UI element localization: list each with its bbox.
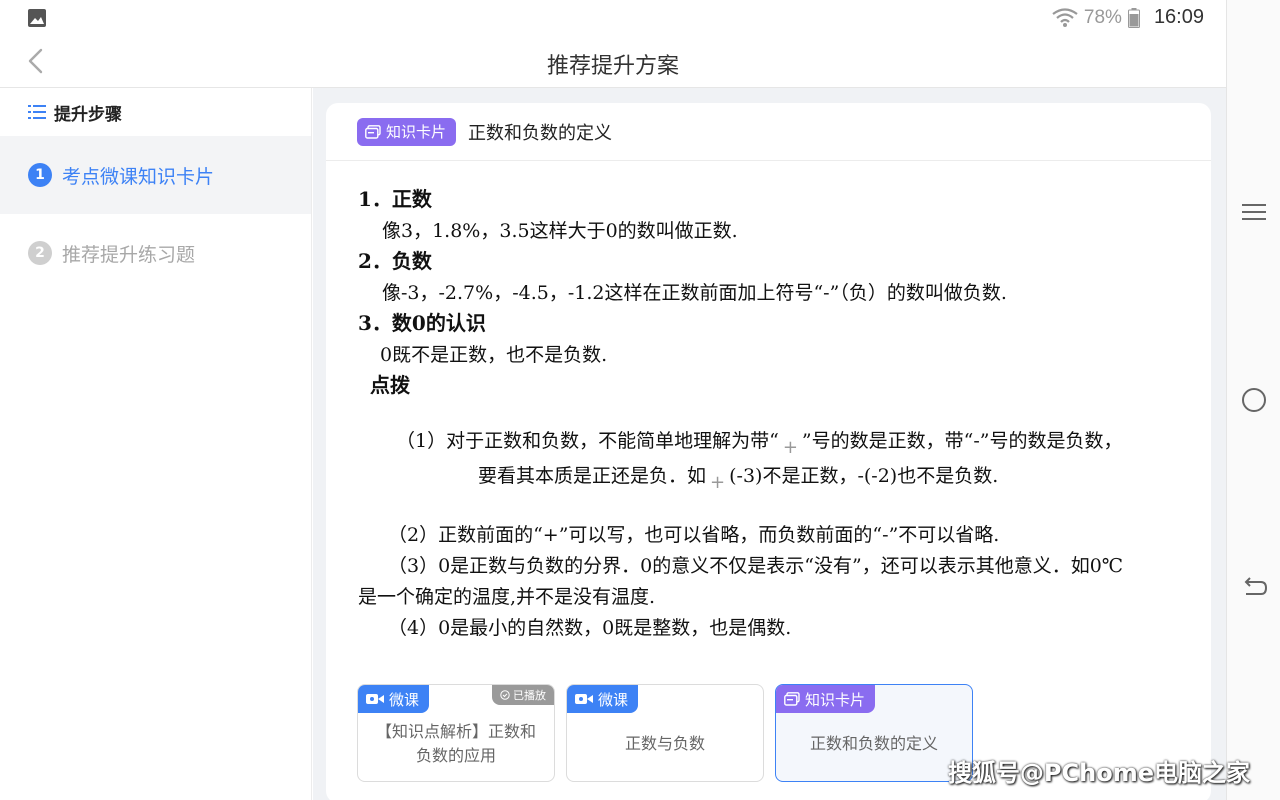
related-card-title: 正数与负数 [624, 734, 705, 753]
content-line: （3）0是正数与负数的分界．0的意义不仅是表示“没有”，还可以表示其他意义．如0… [388, 555, 1124, 577]
video-camera-icon [366, 694, 384, 704]
card-title: 正数和负数的定义 [468, 122, 613, 144]
step-item-2[interactable]: 2 推荐提升练习题 [0, 214, 311, 292]
plus-glyph: + [782, 437, 798, 458]
card-header: 知识卡片 正数和负数的定义 [326, 103, 1211, 161]
related-card-title: 正数和负数的定义 [809, 734, 938, 753]
content-line: （4）0是最小的自然数，0既是整数，也是偶数. [388, 617, 792, 639]
section-heading: 2．负数 [358, 249, 432, 273]
played-label: 已播放 [513, 689, 546, 702]
cards-icon [365, 124, 381, 139]
related-card-title: 【知识点解析】正数和负数的应用 [375, 722, 536, 765]
back-icon[interactable] [1240, 574, 1268, 602]
sidebar-heading: 提升步骤 [0, 88, 311, 136]
tag-label: 微课 [389, 690, 420, 709]
step-number: 2 [28, 241, 52, 265]
section-heading: 3．数0的认识 [358, 311, 486, 335]
cards-icon [784, 692, 800, 706]
menu-icon[interactable] [1240, 198, 1268, 226]
step-number: 1 [28, 163, 52, 187]
related-card-3[interactable]: 知识卡片 正数和负数的定义 [775, 684, 973, 782]
list-icon [28, 105, 46, 119]
title-bar: 推荐提升方案 [0, 36, 1226, 88]
battery-percent: 78% [1083, 6, 1122, 28]
micro-lesson-tag: 微课 [567, 685, 639, 713]
watermark: 搜狐号@PChome电脑之家 [947, 759, 1250, 787]
section-heading: 1．正数 [358, 187, 432, 211]
page-title: 推荐提升方案 [546, 54, 679, 79]
played-badge: 已播放 [492, 685, 554, 705]
battery-icon [1127, 7, 1140, 28]
content-line: 0既不是正数，也不是负数. [380, 344, 608, 366]
system-nav-bar [1226, 0, 1280, 800]
home-circle-icon[interactable] [1240, 386, 1268, 414]
wifi-icon [1052, 7, 1078, 27]
content-line: （1）对于正数和负数，不能简单地理解为带“ + ”号的数是正数，带“-”号的数是负数… [396, 430, 1123, 458]
video-camera-icon [575, 694, 593, 704]
content-line: （2）正数前面的“+”可以写，也可以省略，而负数前面的“-”不可以省略. [388, 524, 1000, 546]
step-item-1[interactable]: 1 考点微课知识卡片 [0, 136, 311, 214]
step-label: 推荐提升练习题 [62, 243, 196, 266]
sidebar-heading-label: 提升步骤 [54, 104, 122, 125]
content-line: 像-3，-2.7%，-4.5，-1.2这样在正数前面加上符号“-”（负）的数叫做… [382, 282, 1007, 304]
status-bar: 78% 16:09 [0, 0, 1226, 36]
clock: 16:09 [1153, 6, 1204, 28]
knowledge-card-tag: 知识卡片 [357, 117, 457, 146]
check-circle-icon [500, 690, 510, 700]
sidebar: 提升步骤 1 考点微课知识卡片 2 推荐提升练习题 [0, 88, 312, 800]
tag-label: 知识卡片 [805, 690, 866, 709]
tip-heading: 点拨 [370, 373, 410, 397]
knowledge-card-tag: 知识卡片 [776, 685, 876, 713]
step-label: 考点微课知识卡片 [62, 165, 215, 188]
content-line: 要看其本质是正还是负．如 + (-3)不是正数，-(-2)也不是负数. [478, 465, 999, 493]
related-card-2[interactable]: 微课 正数与负数 [566, 684, 764, 782]
main-panel: 知识卡片 正数和负数的定义 1．正数 像3，1.8%，3.5这样大于0的数叫做正… [313, 88, 1226, 800]
micro-lesson-tag: 微课 [358, 685, 430, 713]
gallery-icon [28, 9, 46, 27]
tag-label: 微课 [598, 690, 629, 709]
tag-label: 知识卡片 [386, 123, 447, 141]
related-card-1[interactable]: 微课 已播放 【知识点解析】正数和负数的应用 [357, 684, 555, 782]
content-line: 像3，1.8%，3.5这样大于0的数叫做正数. [382, 220, 738, 242]
content-line: 是一个确定的温度,并不是没有温度. [358, 586, 656, 608]
knowledge-card: 知识卡片 正数和负数的定义 1．正数 像3，1.8%，3.5这样大于0的数叫做正… [326, 103, 1211, 800]
plus-glyph: + [710, 472, 726, 493]
